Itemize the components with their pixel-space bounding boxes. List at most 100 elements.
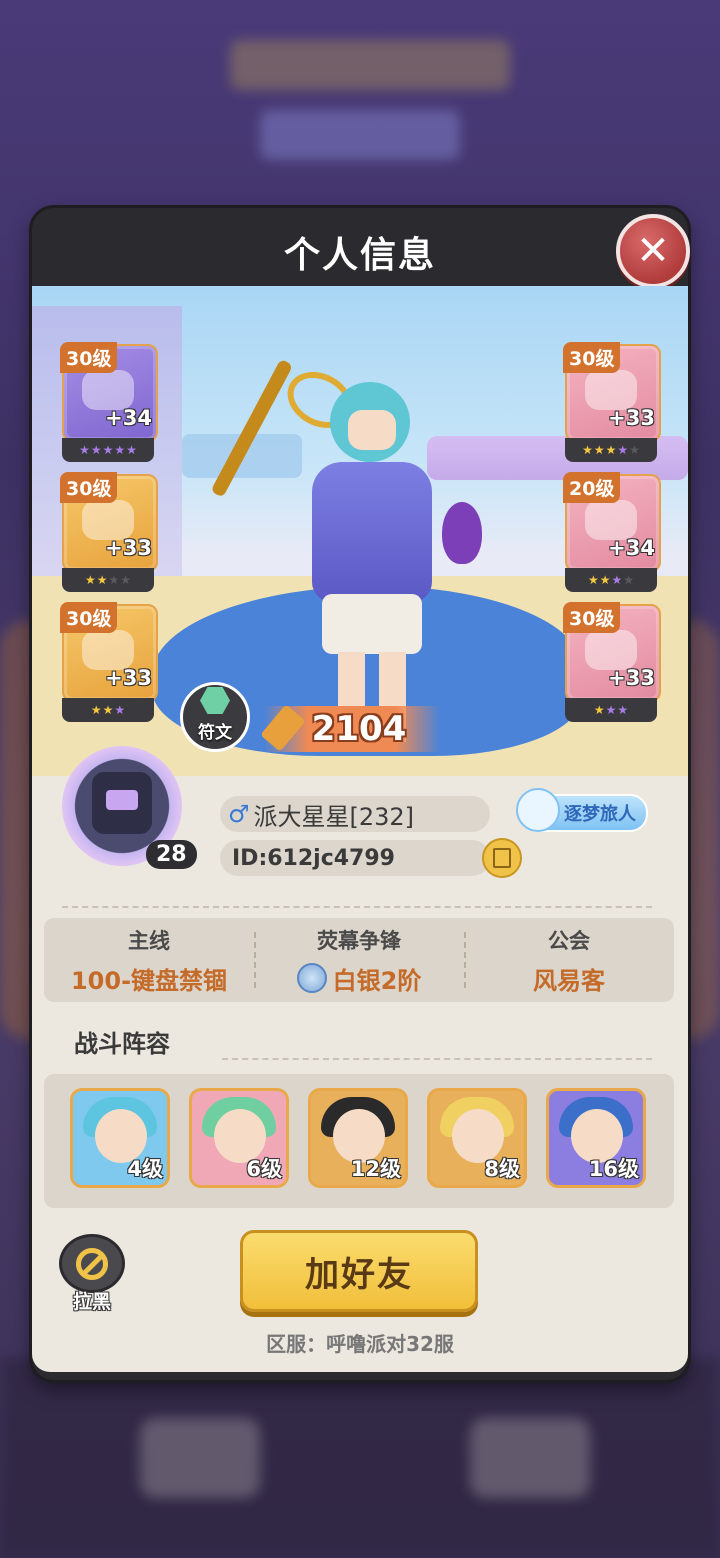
- equipment-level: 20级: [563, 472, 621, 503]
- star-icon: ★: [79, 443, 90, 457]
- add-friend-button[interactable]: 加好友: [240, 1230, 478, 1312]
- sword-icon: [260, 704, 306, 752]
- equipment-item-icon: [82, 370, 134, 410]
- equipment-bonus: +33: [105, 666, 152, 690]
- lineup-hero-2[interactable]: 6级: [189, 1088, 289, 1188]
- dialog-title: 个人信息: [283, 235, 436, 276]
- stat-mainline: 主线 100-键盘禁锢: [70, 928, 228, 995]
- star-icon: ★: [582, 443, 593, 457]
- rune-button[interactable]: 符文: [180, 682, 250, 752]
- star-icon: ★: [114, 703, 126, 717]
- equipment-stars: ★ ★ ★: [62, 698, 154, 722]
- copy-icon: [493, 848, 511, 868]
- lineup-hero-1[interactable]: 4级: [70, 1088, 170, 1188]
- equipment-slot-left-2[interactable]: 30级 +33 ★ ★ ★ ★: [60, 472, 158, 594]
- lineup-panel: 4级 6级 12级 8级 16级: [44, 1074, 674, 1208]
- lineup-hero-5[interactable]: 16级: [546, 1088, 646, 1188]
- star-icon: ★: [587, 573, 599, 587]
- equipment-bonus: +33: [608, 666, 655, 690]
- hero-level: 4级: [127, 1157, 163, 1181]
- star-icon: ★: [617, 443, 629, 457]
- block-icon: [76, 1247, 108, 1280]
- rune-label: 符文: [198, 722, 232, 743]
- star-icon: ★: [90, 443, 102, 457]
- equipment-stars: ★ ★ ★ ★: [62, 568, 154, 592]
- player-name-field: ♂ 派大星星[232]: [220, 796, 490, 832]
- equipment-level: 30级: [60, 602, 118, 633]
- avatar[interactable]: 28: [62, 746, 197, 869]
- star-icon: ★: [629, 443, 640, 457]
- close-button[interactable]: ✕: [616, 214, 690, 288]
- hero-level: 6级: [246, 1157, 282, 1181]
- star-icon: ★: [102, 443, 114, 457]
- star-icon: ★: [611, 573, 623, 587]
- player-id: ID:612jc4799: [220, 840, 490, 876]
- equipment-slot-left-3[interactable]: 30级 +33 ★ ★ ★: [60, 602, 158, 724]
- close-icon: ✕: [636, 228, 670, 274]
- hero-level: 16级: [588, 1157, 639, 1181]
- star-icon: ★: [102, 703, 114, 717]
- equipment-level: 30级: [60, 472, 118, 503]
- title-badge[interactable]: 逐梦旅人: [516, 788, 648, 832]
- lineup-hero-3[interactable]: 12级: [308, 1088, 408, 1188]
- stat-guild: 公会 风易客: [464, 918, 674, 1002]
- block-label: 拉黑: [72, 1291, 111, 1313]
- character-scene: 30级 +34 ★ ★ ★ ★ ★ 30级 +33 ★ ★ ★ ★ 30级 +33 ★ ★ ★ 30级 +33 ★ ★ ★…: [32, 286, 688, 776]
- star-icon: ★: [108, 573, 120, 587]
- title-badge-label: 逐梦旅人: [564, 804, 636, 825]
- star-icon: ★: [114, 443, 126, 457]
- rune-icon: [200, 687, 230, 714]
- lineup-hero-4[interactable]: 8级: [427, 1088, 527, 1188]
- player-character: [210, 358, 482, 762]
- star-icon: ★: [593, 443, 605, 457]
- equipment-bonus: +34: [105, 406, 152, 430]
- equipment-bonus: +33: [105, 536, 152, 560]
- server-info: 区服：呼噜派对32服: [266, 1332, 454, 1356]
- block-button[interactable]: 拉黑: [56, 1234, 128, 1314]
- star-icon: ★: [84, 573, 96, 587]
- equipment-stars: ★ ★ ★ ★: [565, 568, 657, 592]
- equipment-item-icon: [585, 630, 637, 670]
- combat-power: 2104: [260, 704, 440, 752]
- equipment-item-icon: [82, 630, 134, 670]
- equipment-item-icon: [585, 370, 637, 410]
- star-icon: ★: [599, 573, 611, 587]
- dialog-body: 30级 +34 ★ ★ ★ ★ ★ 30级 +33 ★ ★ ★ ★ 30级 +33 ★ ★ ★ 30级 +33 ★ ★ ★…: [32, 286, 688, 1372]
- player-name: 派大星星[232]: [253, 802, 415, 831]
- player-level: 28: [146, 840, 197, 869]
- equipment-bonus: +33: [608, 406, 655, 430]
- lineup-title: 战斗阵容: [74, 1030, 170, 1058]
- hero-level: 8级: [484, 1157, 520, 1181]
- star-icon: ★: [617, 703, 629, 717]
- equipment-stars: ★ ★ ★ ★ ★: [565, 438, 657, 462]
- equipment-item-icon: [82, 500, 134, 540]
- equipment-level: 30级: [563, 602, 621, 633]
- equipment-level: 30级: [563, 342, 621, 373]
- stats-panel: 主线 100-键盘禁锢 荧幕争锋 白银2阶 公会 风易客: [44, 918, 674, 1002]
- equipment-slot-right-2[interactable]: 20级 +34 ★ ★ ★ ★: [563, 472, 661, 594]
- equipment-stars: ★ ★ ★ ★ ★: [62, 438, 154, 462]
- star-icon: ★: [605, 703, 617, 717]
- male-icon: ♂: [228, 800, 250, 828]
- star-icon: ★: [593, 703, 605, 717]
- star-icon: ★: [605, 443, 617, 457]
- equipment-item-icon: [585, 500, 637, 540]
- stat-arena: 荧幕争锋 白银2阶: [254, 918, 464, 1002]
- divider: [62, 906, 652, 908]
- copy-id-button[interactable]: [482, 838, 522, 878]
- equipment-stars: ★ ★ ★: [565, 698, 657, 722]
- divider: [222, 1058, 652, 1060]
- equipment-level: 30级: [60, 342, 118, 373]
- star-icon: ★: [90, 703, 102, 717]
- hero-level: 12级: [350, 1157, 401, 1181]
- equipment-bonus: +34: [608, 536, 655, 560]
- equipment-slot-right-1[interactable]: 30级 +33 ★ ★ ★ ★ ★: [563, 342, 661, 464]
- star-icon: ★: [126, 443, 137, 457]
- star-icon: ★: [96, 573, 108, 587]
- equipment-slot-left-1[interactable]: 30级 +34 ★ ★ ★ ★ ★: [60, 342, 158, 464]
- star-icon: ★: [120, 573, 132, 587]
- mascot-icon: [516, 788, 560, 832]
- equipment-slot-right-3[interactable]: 30级 +33 ★ ★ ★: [563, 602, 661, 724]
- profile-dialog: 个人信息 ✕ 30级 +34 ★ ★ ★ ★ ★ 30级 +33 ★ ★ ★ ★ 30级 +33 ★ ★ ★ 30…: [32, 208, 690, 1380]
- rank-icon: [296, 963, 327, 993]
